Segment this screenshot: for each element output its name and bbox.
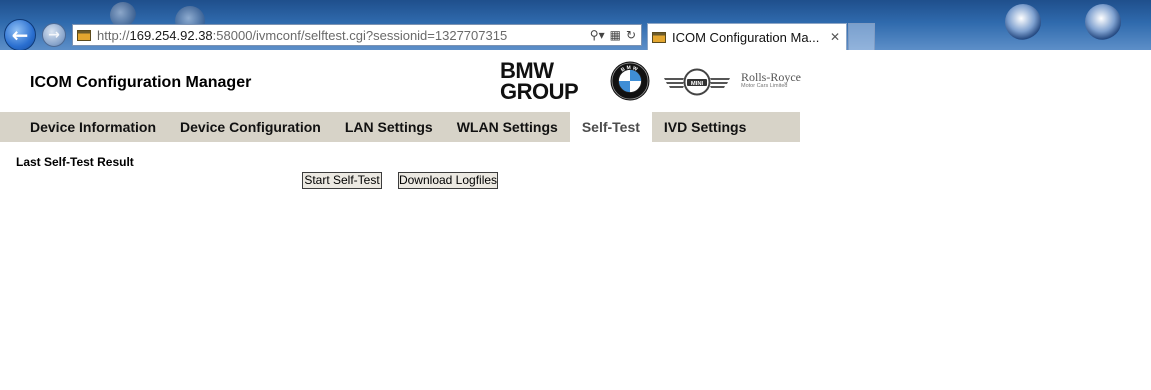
tab-favicon-icon	[652, 31, 666, 43]
forward-button[interactable]: →	[42, 23, 66, 47]
desktop-background-decoration	[1085, 4, 1121, 40]
url-host: 169.254.92.38	[129, 27, 213, 43]
tab-device-information[interactable]: Device Information	[18, 112, 168, 142]
rolls-royce-subtitle: Motor Cars Limited	[741, 83, 788, 89]
desktop-background-decoration	[1005, 4, 1041, 40]
rolls-royce-logo: Rolls-Royce Motor Cars Limited	[741, 71, 801, 90]
address-bar[interactable]: http://169.254.92.38:58000/ivmconf/selft…	[72, 24, 642, 46]
new-tab-button[interactable]	[848, 23, 875, 50]
tab-wlan-settings[interactable]: WLAN Settings	[445, 112, 570, 142]
search-icon[interactable]: ⚲▾	[590, 29, 605, 41]
tab-lan-settings[interactable]: LAN Settings	[333, 112, 445, 142]
compatibility-icon[interactable]: ▦	[610, 29, 621, 41]
bmw-group-logo: BMW GROUP	[500, 58, 584, 104]
url-path: :58000/ivmconf/selftest.cgi?sessionid=13…	[212, 27, 508, 43]
download-logfiles-button[interactable]: Download Logfiles	[398, 172, 498, 189]
bmw-roundel-logo: BMW	[610, 61, 650, 101]
tab-title: ICOM Configuration Ma...	[672, 29, 820, 45]
close-icon[interactable]: ✕	[830, 30, 846, 44]
mini-logo: MINI	[664, 68, 730, 96]
page-title: ICOM Configuration Manager	[30, 74, 252, 91]
tab-device-configuration[interactable]: Device Configuration	[168, 112, 333, 142]
last-self-test-result-heading: Last Self-Test Result	[16, 155, 134, 169]
browser-tab[interactable]: ICOM Configuration Ma... ✕	[647, 23, 847, 50]
page-favicon-icon	[77, 29, 91, 41]
rolls-royce-name: Rolls-Royce	[741, 70, 801, 84]
back-arrow-icon: ←	[11, 23, 29, 47]
mini-logo-text: MINI	[691, 81, 704, 87]
bmw-group-logo-line1: BMW	[500, 58, 554, 83]
forward-arrow-icon: →	[48, 27, 60, 43]
browser-chrome: ← → http://169.254.92.38:58000/ivmconf/s…	[0, 0, 1151, 50]
address-bar-icons: ⚲▾ ▦ ↻	[590, 29, 641, 41]
tab-ivd-settings[interactable]: IVD Settings	[652, 112, 758, 142]
start-self-test-button[interactable]: Start Self-Test	[302, 172, 382, 189]
refresh-icon[interactable]: ↻	[626, 29, 636, 41]
tab-self-test[interactable]: Self-Test	[569, 112, 652, 142]
back-button[interactable]: ←	[4, 19, 36, 50]
url-prefix: http://	[97, 27, 130, 43]
url-text[interactable]: http://169.254.92.38:58000/ivmconf/selft…	[97, 28, 507, 43]
main-menu: Device Information Device Configuration …	[0, 112, 800, 142]
bmw-group-logo-line2: GROUP	[500, 79, 579, 104]
